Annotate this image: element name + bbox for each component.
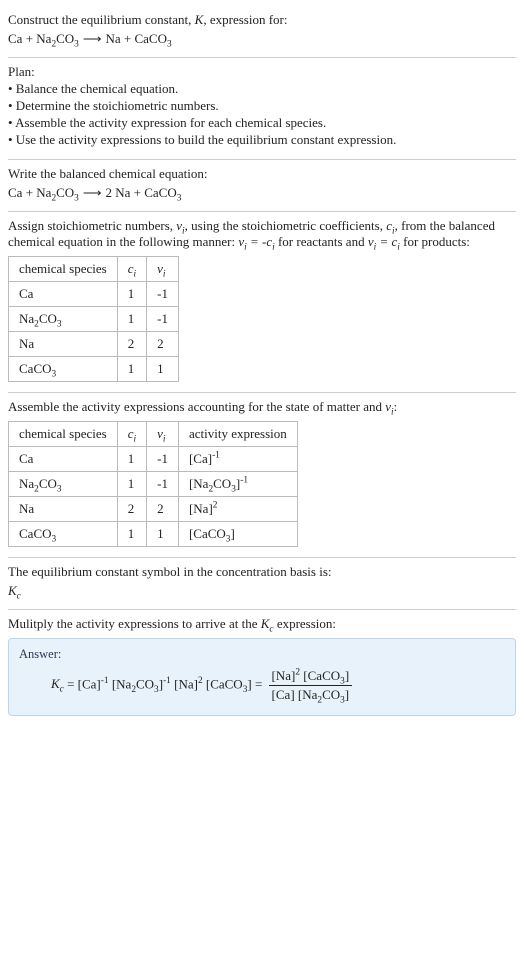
cell: 1 — [117, 307, 146, 332]
cell: 1 — [147, 522, 179, 547]
plan-item: • Balance the chemical equation. — [8, 81, 516, 97]
rel: νi = -ci — [238, 234, 274, 249]
cell: CaCO3 — [9, 522, 118, 547]
cell: Ca — [9, 282, 118, 307]
unbalanced-equation: Ca + Na2CO3⟶Na + CaCO3 — [8, 31, 516, 47]
cell: Na — [9, 497, 118, 522]
txt: for products: — [400, 234, 470, 249]
vi: νi — [176, 218, 184, 233]
cell: -1 — [147, 447, 179, 472]
table-row: Ca1-1[Ca]-1 — [9, 447, 298, 472]
activity-intro: Assemble the activity expressions accoun… — [8, 399, 516, 415]
table-row: CaCO311 — [9, 357, 179, 382]
table-row: Na22[Na]2 — [9, 497, 298, 522]
table-row: Na2CO31-1 — [9, 307, 179, 332]
cell: 1 — [147, 357, 179, 382]
kc-expression: Kc = [Ca]-1 [Na2CO3]-1 [Na]2 [CaCO3] = [… — [19, 668, 505, 703]
cell: 1 — [117, 447, 146, 472]
balanced-equation: Ca + Na2CO3⟶2 Na + CaCO3 — [8, 185, 516, 201]
activity-table: chemical species ci νi activity expressi… — [8, 421, 298, 547]
balanced-section: Write the balanced chemical equation: Ca… — [8, 160, 516, 212]
cell: 1 — [117, 357, 146, 382]
cell: 1 — [117, 472, 146, 497]
vi: νi — [385, 399, 393, 414]
cell: [CaCO3] — [178, 522, 297, 547]
txt: Assign stoichiometric numbers, — [8, 218, 176, 233]
rel2: νi = ci — [368, 234, 400, 249]
cell: Na — [9, 332, 118, 357]
txt: Construct the equilibrium constant, — [8, 12, 195, 27]
ksymbol-section: The equilibrium constant symbol in the c… — [8, 558, 516, 610]
txt: Mulitply the activity expressions to arr… — [8, 616, 261, 631]
multiply-text: Mulitply the activity expressions to arr… — [8, 616, 516, 632]
cell: Na2CO3 — [9, 307, 118, 332]
cell: 2 — [117, 332, 146, 357]
txt: for reactants and — [275, 234, 368, 249]
col-species: chemical species — [9, 257, 118, 282]
table-header-row: chemical species ci νi — [9, 257, 179, 282]
plan-item: • Determine the stoichiometric numbers. — [8, 98, 516, 114]
cell: Na2CO3 — [9, 472, 118, 497]
kc-symbol: Kc — [8, 583, 516, 599]
plan-title: Plan: — [8, 64, 516, 80]
table-row: CaCO311[CaCO3] — [9, 522, 298, 547]
cell: 1 — [117, 282, 146, 307]
ksymbol-text: The equilibrium constant symbol in the c… — [8, 564, 516, 580]
cell: [Ca]-1 — [178, 447, 297, 472]
cell: 2 — [117, 497, 146, 522]
cell: CaCO3 — [9, 357, 118, 382]
plan-item: • Assemble the activity expression for e… — [8, 115, 516, 131]
txt: expression: — [274, 616, 336, 631]
col-ci: ci — [117, 257, 146, 282]
txt: , using the stoichiometric coefficients, — [185, 218, 387, 233]
cell: 1 — [117, 522, 146, 547]
problem-text: Construct the equilibrium constant, K, e… — [8, 12, 516, 28]
answer-label: Answer: — [19, 647, 505, 662]
table-row: Ca1-1 — [9, 282, 179, 307]
table-row: Na22 — [9, 332, 179, 357]
plan-list: • Balance the chemical equation. • Deter… — [8, 81, 516, 148]
col-activity: activity expression — [178, 422, 297, 447]
kc: Kc — [261, 616, 274, 631]
cell: 2 — [147, 497, 179, 522]
cell: Ca — [9, 447, 118, 472]
stoichiometric-section: Assign stoichiometric numbers, νi, using… — [8, 212, 516, 393]
answer-box: Answer: Kc = [Ca]-1 [Na2CO3]-1 [Na]2 [Ca… — [8, 638, 516, 716]
stoich-intro: Assign stoichiometric numbers, νi, using… — [8, 218, 516, 250]
problem-statement: Construct the equilibrium constant, K, e… — [8, 6, 516, 58]
activity-section: Assemble the activity expressions accoun… — [8, 393, 516, 558]
ci: ci — [386, 218, 394, 233]
cell: 2 — [147, 332, 179, 357]
cell: -1 — [147, 282, 179, 307]
balanced-title: Write the balanced chemical equation: — [8, 166, 516, 182]
table-row: Na2CO31-1[Na2CO3]-1 — [9, 472, 298, 497]
stoich-table: chemical species ci νi Ca1-1 Na2CO31-1 N… — [8, 256, 179, 382]
plan-item: • Use the activity expressions to build … — [8, 132, 516, 148]
col-vi: νi — [147, 257, 179, 282]
table-header-row: chemical species ci νi activity expressi… — [9, 422, 298, 447]
col-vi: νi — [147, 422, 179, 447]
plan-section: Plan: • Balance the chemical equation. •… — [8, 58, 516, 160]
answer-section: Mulitply the activity expressions to arr… — [8, 610, 516, 726]
txt: Assemble the activity expressions accoun… — [8, 399, 385, 414]
col-species: chemical species — [9, 422, 118, 447]
col-ci: ci — [117, 422, 146, 447]
cell: -1 — [147, 472, 179, 497]
txt: , expression for: — [203, 12, 287, 27]
cell: [Na]2 — [178, 497, 297, 522]
cell: -1 — [147, 307, 179, 332]
txt: : — [394, 399, 398, 414]
cell: [Na2CO3]-1 — [178, 472, 297, 497]
